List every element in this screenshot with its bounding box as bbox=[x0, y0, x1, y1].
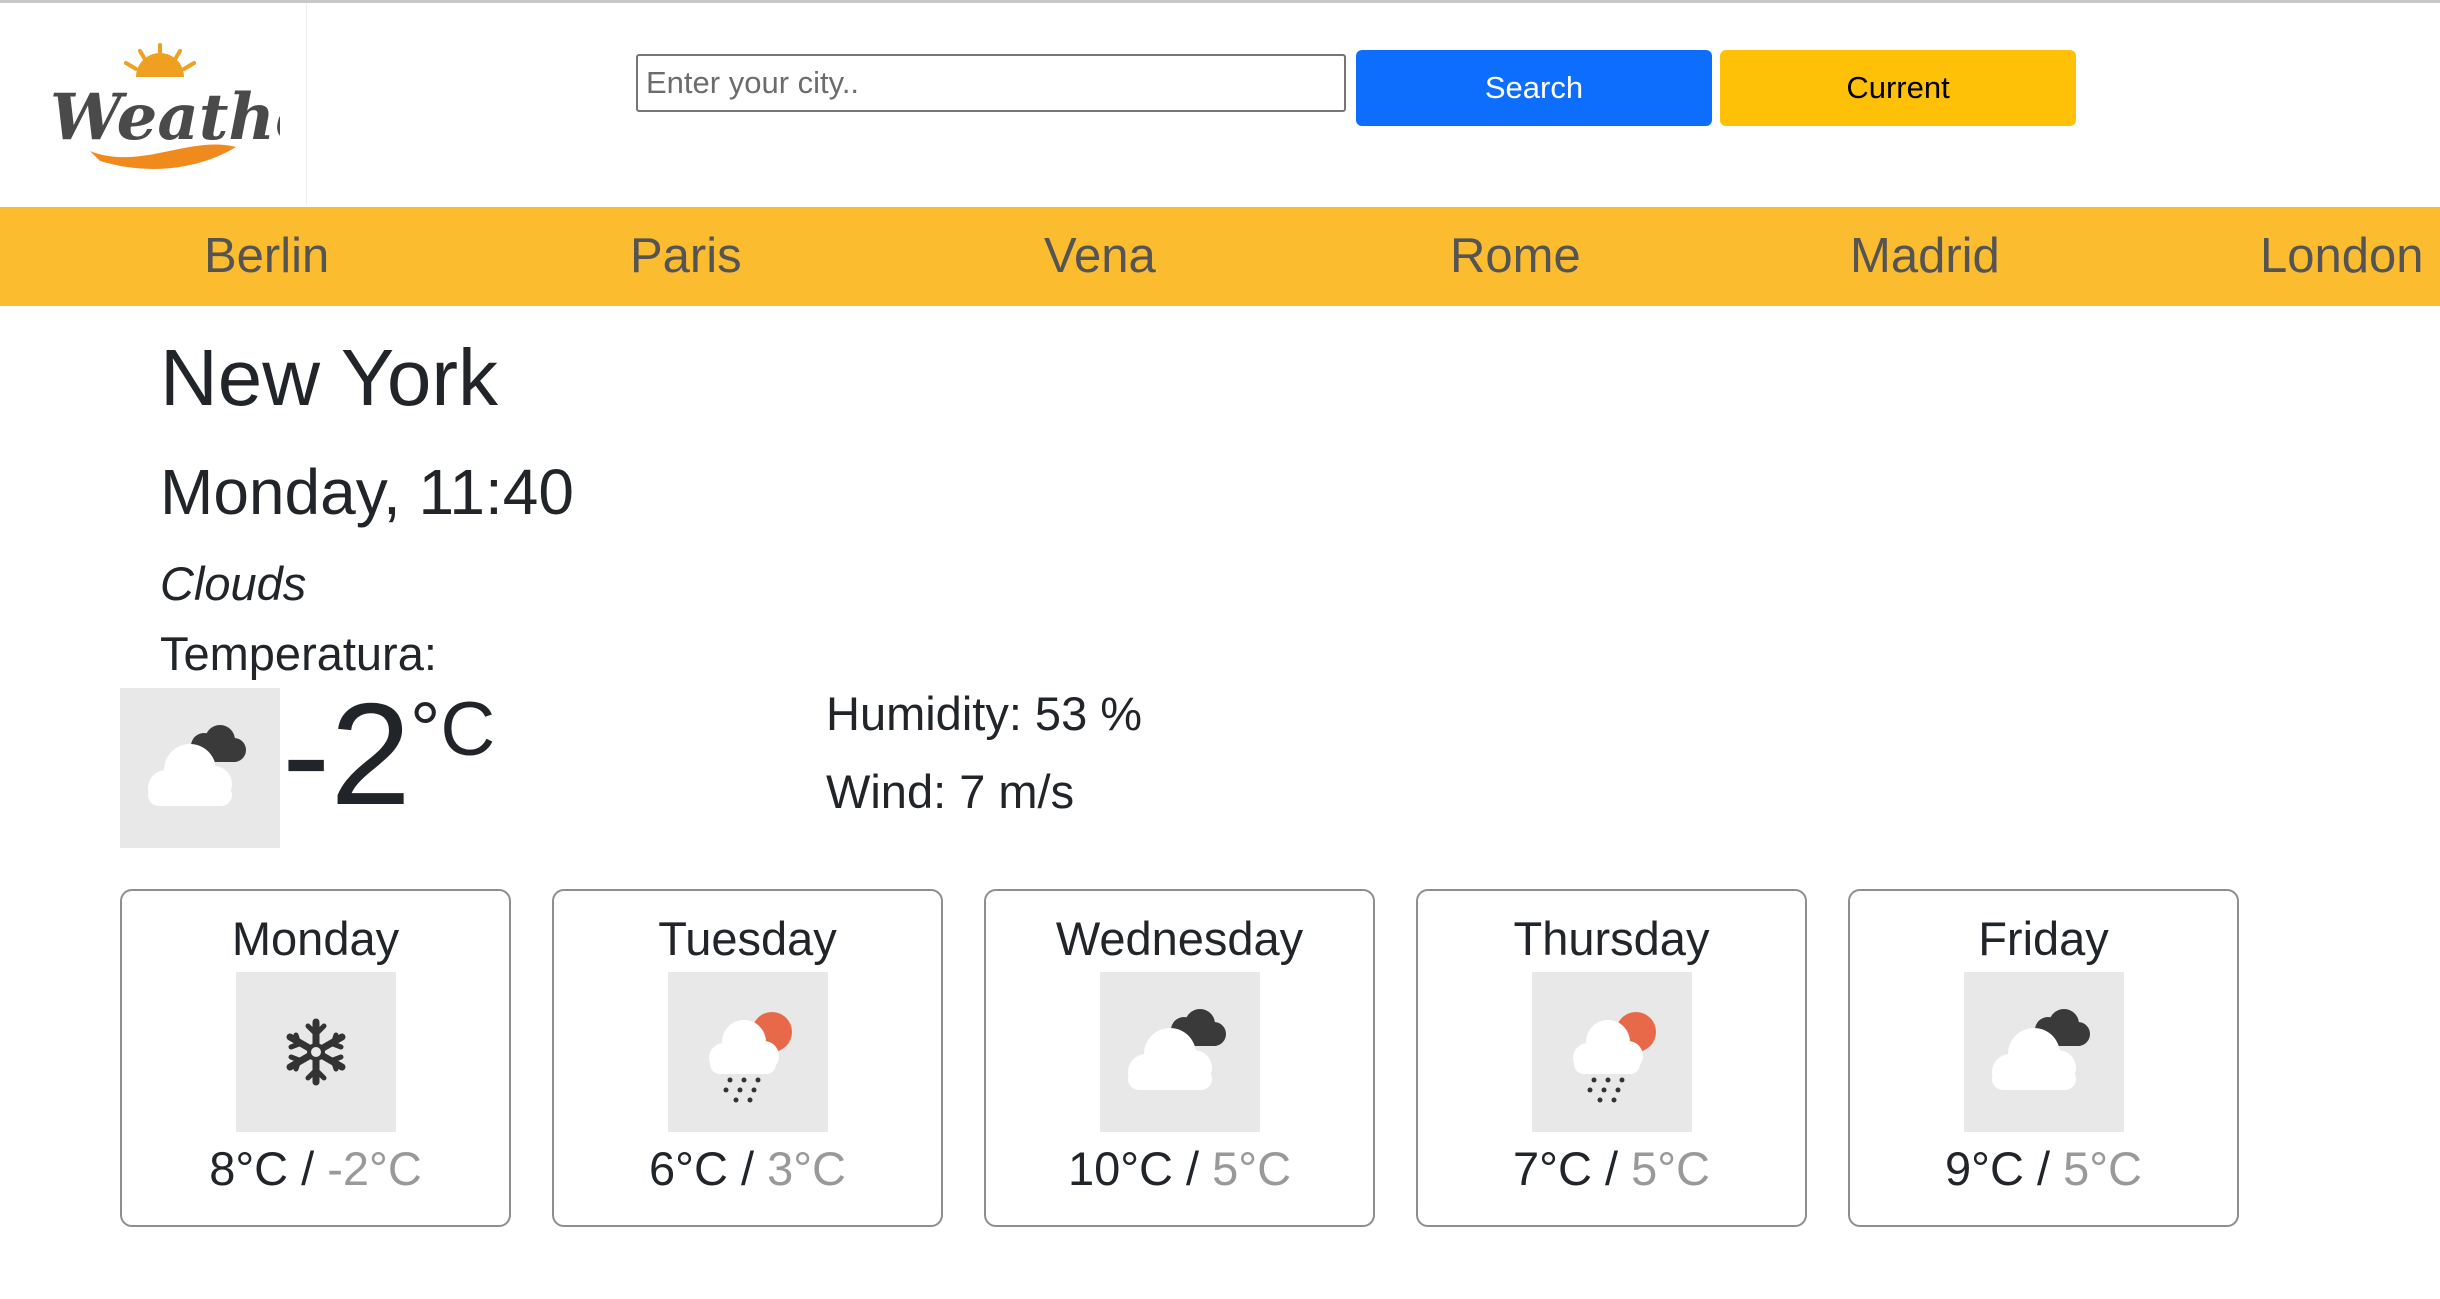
forecast-max-temp: 9°C bbox=[1945, 1142, 2024, 1195]
temperature-label: Temperatura: bbox=[160, 627, 437, 680]
forecast-day-name: Friday bbox=[1978, 912, 2109, 965]
current-temperature: -2 bbox=[282, 673, 411, 835]
cloudy-night-icon bbox=[1100, 972, 1260, 1132]
city-name: New York bbox=[160, 333, 498, 422]
humidity-readout: Humidity: 53 % bbox=[826, 687, 1143, 740]
forecast-min-temp: -2°C bbox=[327, 1142, 422, 1195]
temp-separator: / bbox=[288, 1142, 328, 1195]
forecast-temps: 7°C / 5°C bbox=[1418, 1141, 1805, 1197]
forecast-card-monday: Monday 8°C / -2°C bbox=[120, 889, 511, 1227]
forecast-max-temp: 7°C bbox=[1513, 1142, 1592, 1195]
city-search-input[interactable] bbox=[636, 54, 1346, 112]
forecast-temps: 10°C / 5°C bbox=[986, 1141, 1373, 1197]
cloudy-night-icon bbox=[1964, 972, 2124, 1132]
forecast-min-temp: 3°C bbox=[767, 1142, 846, 1195]
forecast-card-thursday: Thursday 7°C / 5°C bbox=[1416, 889, 1807, 1227]
forecast-max-temp: 8°C bbox=[209, 1142, 289, 1195]
forecast-temps: 8°C / -2°C bbox=[122, 1141, 509, 1197]
city-link-london[interactable]: London bbox=[2260, 207, 2424, 306]
city-link-rome[interactable]: Rome bbox=[1450, 207, 1581, 306]
temp-separator: / bbox=[1172, 1142, 1213, 1195]
forecast-day-name: Thursday bbox=[1513, 912, 1710, 965]
cloudy-night-icon bbox=[120, 688, 280, 848]
forecast-day-name: Monday bbox=[231, 912, 400, 965]
current-location-button[interactable]: Current bbox=[1720, 50, 2076, 126]
wind-readout: Wind: 7 m/s bbox=[826, 765, 1075, 818]
forecast-day-name: Tuesday bbox=[658, 912, 837, 965]
forecast-max-temp: 6°C bbox=[649, 1142, 728, 1195]
temperature-unit: °C bbox=[410, 687, 496, 772]
forecast-card-wednesday: Wednesday 10°C / 5°C bbox=[984, 889, 1375, 1227]
forecast-temps: 9°C / 5°C bbox=[1850, 1141, 2237, 1197]
forecast-card-tuesday: Tuesday 6°C / 3°C bbox=[552, 889, 943, 1227]
forecast-min-temp: 5°C bbox=[2063, 1142, 2142, 1195]
search-button[interactable]: Search bbox=[1356, 50, 1712, 126]
logo[interactable]: Weather bbox=[0, 3, 307, 205]
forecast-temps: 6°C / 3°C bbox=[554, 1141, 941, 1197]
current-datetime: Monday, 11:40 bbox=[160, 456, 574, 528]
forecast-day-name: Wednesday bbox=[1055, 912, 1304, 965]
snow-icon bbox=[236, 972, 396, 1132]
forecast-card-friday: Friday 9°C / 5°C bbox=[1848, 889, 2239, 1227]
temp-separator: / bbox=[1591, 1142, 1632, 1195]
rain-sun-icon bbox=[1532, 972, 1692, 1132]
top-divider bbox=[0, 0, 2440, 3]
temp-separator: / bbox=[727, 1142, 768, 1195]
weather-description: Clouds bbox=[160, 557, 307, 610]
rain-sun-icon bbox=[668, 972, 828, 1132]
forecast-max-temp: 10°C bbox=[1067, 1142, 1173, 1195]
weather-logo-icon: Weather bbox=[50, 43, 280, 169]
forecast-min-temp: 5°C bbox=[1631, 1142, 1710, 1195]
temp-separator: / bbox=[2023, 1142, 2064, 1195]
city-link-berlin[interactable]: Berlin bbox=[204, 207, 329, 306]
city-link-madrid[interactable]: Madrid bbox=[1850, 207, 2000, 306]
forecast-min-temp: 5°C bbox=[1212, 1142, 1292, 1195]
city-link-paris[interactable]: Paris bbox=[630, 207, 742, 306]
city-nav-bar: Berlin Paris Vena Rome Madrid London bbox=[0, 207, 2440, 306]
city-link-vena[interactable]: Vena bbox=[1044, 207, 1156, 306]
logo-text: Weather bbox=[50, 80, 280, 155]
